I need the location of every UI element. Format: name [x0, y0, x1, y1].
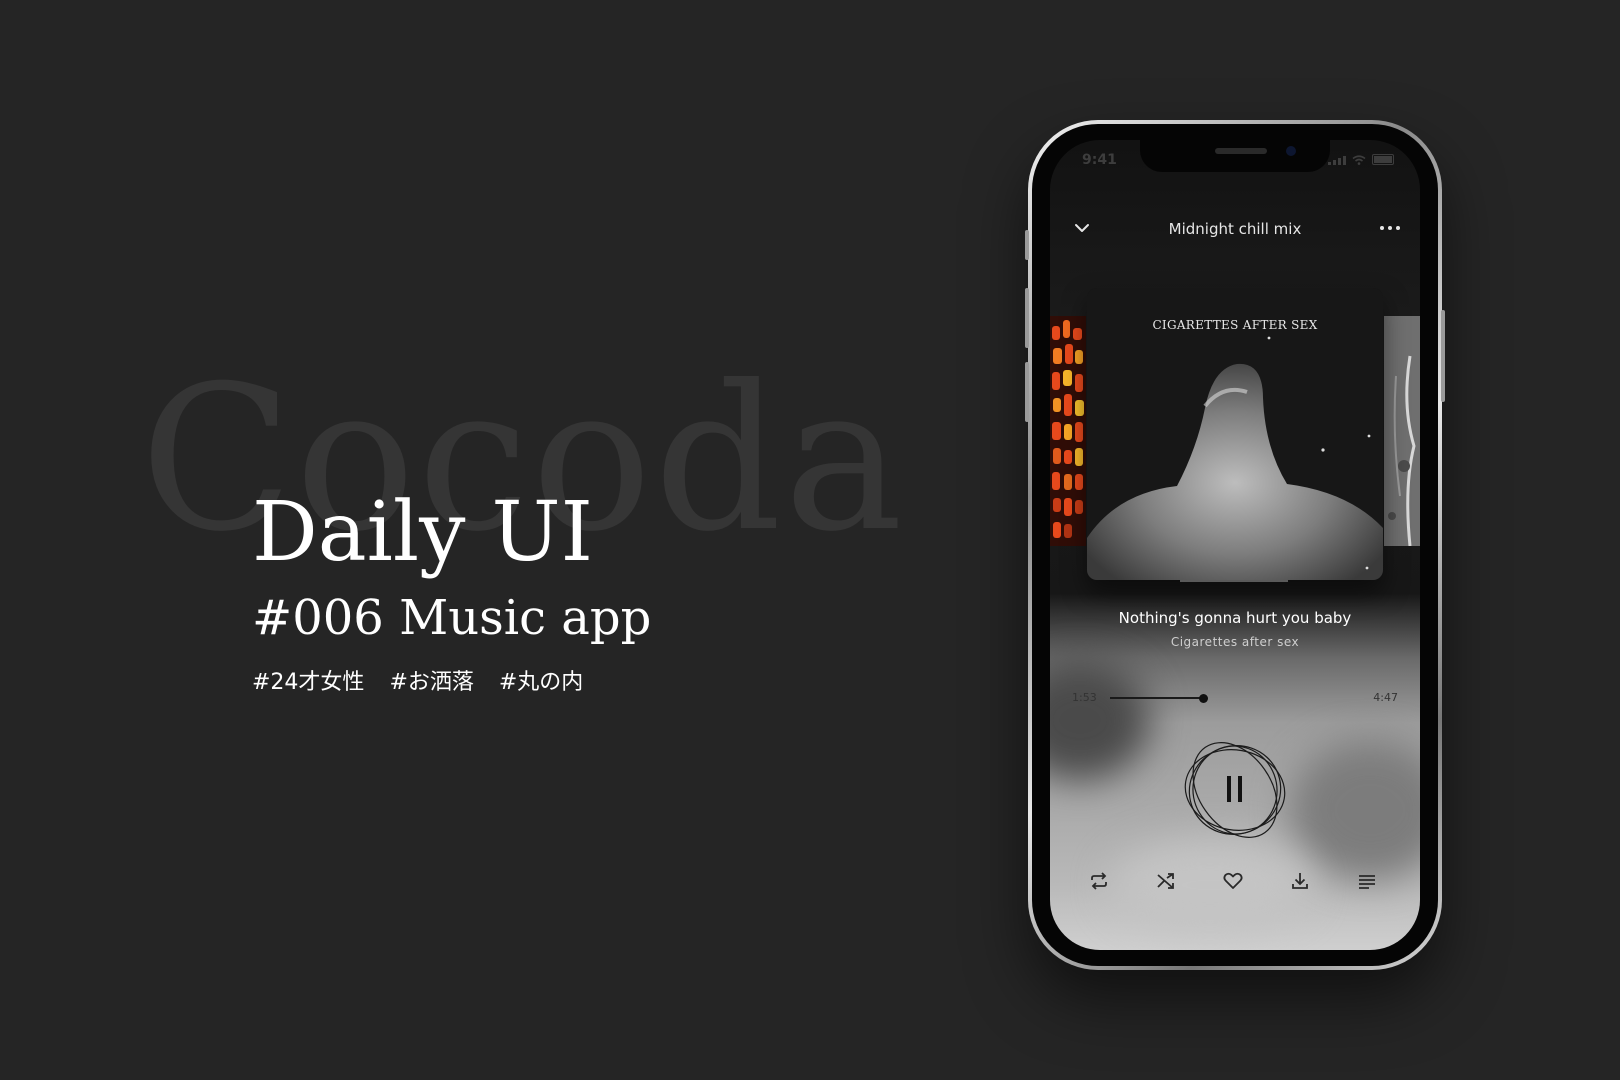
carousel-indicator — [1180, 580, 1288, 582]
album-cover-text: CIGARETTES AFTER SEX — [1152, 318, 1318, 332]
shuffle-icon[interactable] — [1155, 870, 1177, 892]
hero-tag: #お洒落 — [389, 670, 474, 695]
playlist-title: Midnight chill mix — [1168, 220, 1302, 238]
wifi-icon — [1352, 155, 1366, 165]
queue-list-icon[interactable] — [1356, 870, 1378, 892]
front-camera — [1286, 146, 1296, 156]
volume-down-button — [1025, 362, 1029, 422]
battery-icon — [1372, 154, 1394, 165]
music-player-screen: 9:41 Midnight chill mix CIGARETTES AFTER… — [1050, 140, 1420, 950]
hero-subtitle: #006 Music app — [252, 590, 652, 646]
hero-tags: #24才女性 #お洒落 #丸の内 — [252, 664, 601, 696]
more-dots-icon[interactable] — [1380, 226, 1400, 230]
pause-icon[interactable] — [1180, 740, 1290, 840]
song-artist: Cigarettes after sex — [1170, 635, 1300, 649]
signal-icon — [1328, 156, 1346, 165]
download-icon[interactable] — [1289, 870, 1311, 892]
total-time: 4:47 — [1373, 691, 1398, 704]
current-time: 1:53 — [1072, 691, 1097, 704]
song-title: Nothing's gonna hurt you baby — [1118, 609, 1352, 627]
progress-track[interactable] — [1110, 694, 1364, 703]
previous-album-art[interactable] — [1050, 316, 1086, 546]
phone-mockup: 9:41 Midnight chill mix CIGARETTES AFTER… — [1025, 120, 1445, 970]
next-album-art[interactable] — [1384, 316, 1420, 546]
phone-notch — [1140, 140, 1330, 172]
earpiece-speaker — [1215, 148, 1267, 154]
volume-up-button — [1025, 288, 1029, 348]
hero-tag: #丸の内 — [498, 670, 584, 695]
repeat-icon[interactable] — [1088, 870, 1110, 892]
status-time: 9:41 — [1082, 152, 1117, 168]
background-blur-shape — [1050, 660, 1150, 780]
hero-title: Daily UI — [252, 485, 593, 580]
background-blur-shape — [1110, 840, 1310, 930]
hero-tag: #24才女性 — [252, 670, 365, 695]
album-art[interactable]: CIGARETTES AFTER SEX — [1087, 288, 1383, 580]
power-button — [1441, 310, 1445, 402]
status-icons — [1328, 154, 1394, 165]
ringer-switch — [1025, 230, 1029, 260]
background-blur-shape — [1290, 740, 1420, 880]
progress-knob[interactable] — [1198, 694, 1208, 703]
chevron-down-icon[interactable] — [1072, 220, 1092, 236]
progress-fill — [1110, 697, 1203, 699]
heart-icon[interactable] — [1222, 870, 1244, 892]
